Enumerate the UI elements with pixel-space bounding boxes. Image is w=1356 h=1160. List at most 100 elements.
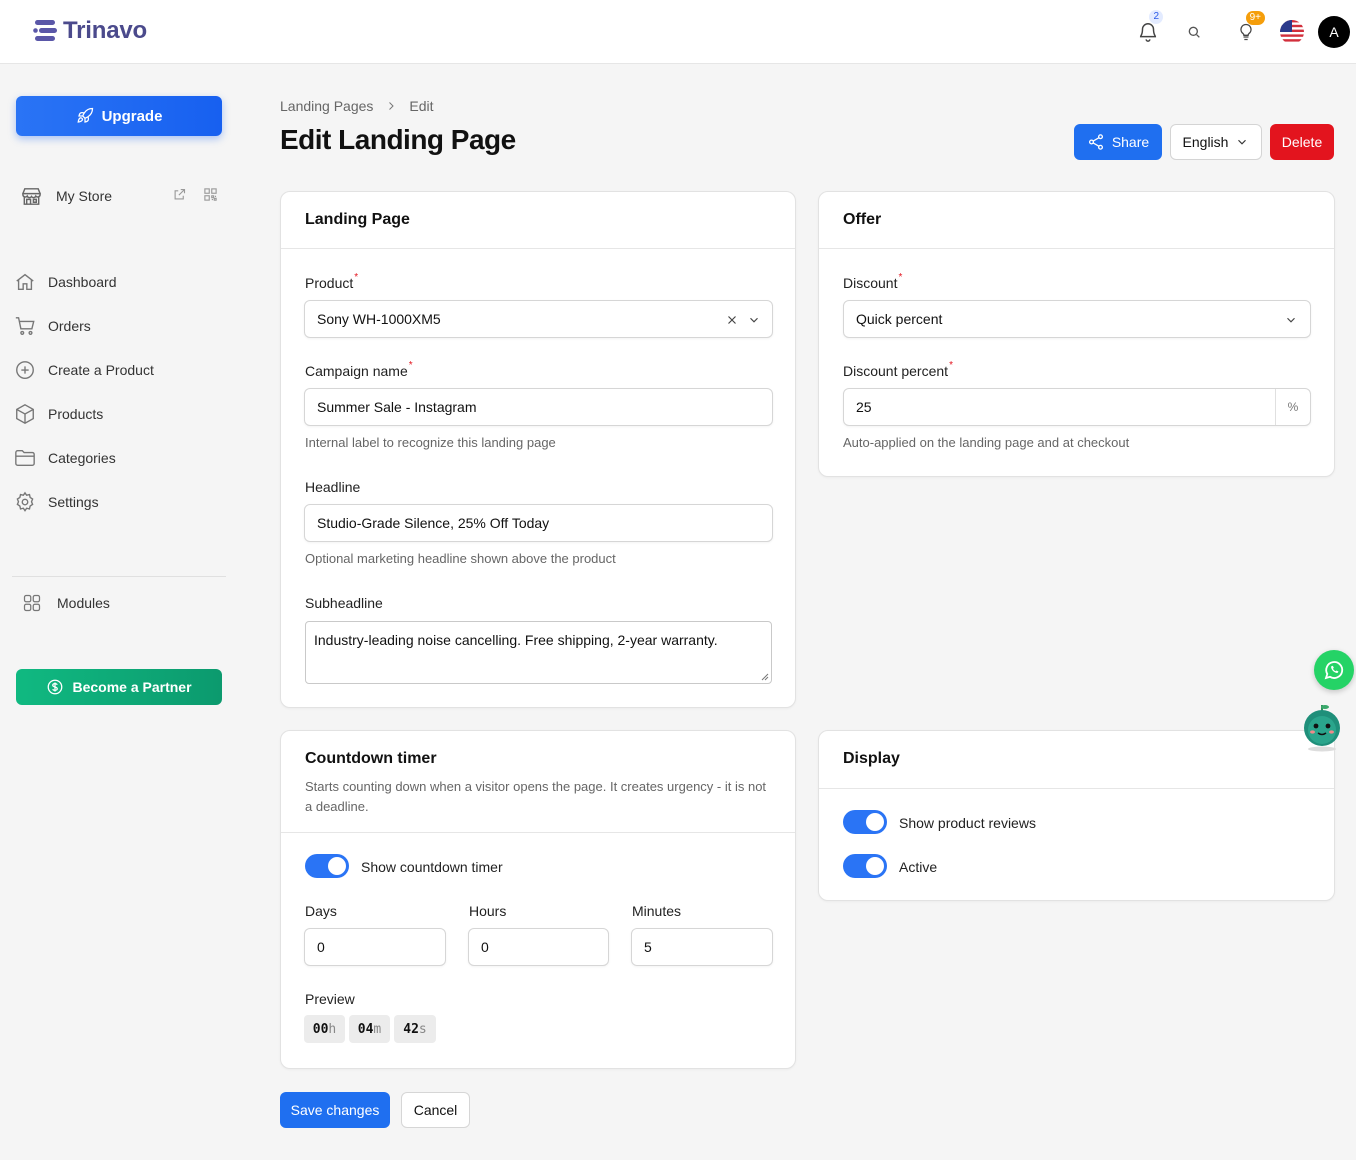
tips-button[interactable]: 9+ bbox=[1228, 11, 1265, 50]
delete-button[interactable]: Delete bbox=[1270, 124, 1334, 160]
timer-minutes-number: 04 bbox=[357, 1021, 374, 1037]
notifications-badge: 2 bbox=[1149, 10, 1163, 24]
countdown-toggle[interactable] bbox=[305, 854, 349, 878]
timer-minutes-box: 04 m bbox=[349, 1015, 390, 1043]
whatsapp-button[interactable] bbox=[1314, 650, 1354, 690]
user-avatar[interactable]: A bbox=[1318, 16, 1350, 48]
sidebar-item-label: Categories bbox=[48, 450, 116, 466]
percent-suffix: % bbox=[1275, 389, 1310, 425]
show-reviews-toggle[interactable] bbox=[843, 810, 887, 834]
bell-icon bbox=[1139, 23, 1157, 42]
cancel-button[interactable]: Cancel bbox=[401, 1092, 470, 1128]
card-title: Countdown timer bbox=[305, 750, 437, 767]
card-title: Offer bbox=[843, 211, 882, 228]
qr-code-icon[interactable] bbox=[203, 187, 218, 202]
sidebar-item-products[interactable]: Products bbox=[12, 392, 226, 436]
days-label: Days bbox=[305, 903, 337, 919]
upgrade-label: Upgrade bbox=[101, 107, 163, 125]
share-button[interactable]: Share bbox=[1074, 124, 1162, 160]
timer-seconds-unit: s bbox=[418, 1021, 427, 1037]
minutes-input[interactable]: 5 bbox=[631, 928, 773, 966]
my-store-label: My Store bbox=[56, 188, 113, 204]
assistant-mascot[interactable] bbox=[1302, 703, 1342, 753]
become-partner-button[interactable]: Become a Partner bbox=[16, 669, 222, 705]
home-icon bbox=[16, 273, 34, 291]
subheadline-label: Subheadline bbox=[305, 595, 383, 611]
sidebar-item-label: Settings bbox=[48, 494, 99, 510]
sidebar-item-dashboard[interactable]: Dashboard bbox=[12, 260, 226, 304]
subheadline-value: Industry-leading noise cancelling. Free … bbox=[314, 632, 718, 648]
box-icon bbox=[16, 404, 34, 424]
clear-icon[interactable] bbox=[725, 313, 739, 327]
active-toggle[interactable] bbox=[843, 854, 887, 878]
campaign-label-text: Campaign name bbox=[305, 363, 408, 379]
subheadline-textarea[interactable]: Industry-leading noise cancelling. Free … bbox=[305, 621, 772, 684]
card-title: Landing Page bbox=[305, 211, 410, 228]
discount-select[interactable]: Quick percent bbox=[843, 300, 1311, 338]
campaign-name-input[interactable]: Summer Sale - Instagram bbox=[304, 388, 773, 426]
folder-icon bbox=[15, 449, 35, 467]
active-label: Active bbox=[899, 859, 938, 875]
breadcrumb-landing-pages[interactable]: Landing Pages bbox=[280, 98, 373, 114]
page-title: Edit Landing Page bbox=[280, 124, 516, 155]
sidebar-divider bbox=[12, 576, 226, 577]
required-asterisk: * bbox=[408, 360, 413, 371]
logo-icon bbox=[33, 20, 57, 41]
upgrade-button[interactable]: Upgrade bbox=[16, 96, 222, 136]
sidebar-item-label: Create a Product bbox=[48, 362, 154, 378]
headline-label: Headline bbox=[305, 479, 361, 495]
sidebar-item-settings[interactable]: Settings bbox=[12, 480, 226, 524]
countdown-toggle-label: Show countdown timer bbox=[361, 859, 503, 875]
timer-hours-unit: h bbox=[328, 1021, 337, 1037]
timer-hours-box: 00 h bbox=[304, 1015, 345, 1043]
external-link-icon[interactable] bbox=[172, 187, 187, 202]
product-select[interactable]: Sony WH-1000XM5 bbox=[304, 300, 773, 338]
gear-icon bbox=[16, 491, 34, 512]
search-icon bbox=[1188, 26, 1200, 38]
discount-percent-label: Discount percent* bbox=[843, 360, 953, 379]
card-header: Landing Page bbox=[281, 192, 795, 249]
hours-value: 0 bbox=[481, 939, 489, 955]
days-value: 0 bbox=[317, 939, 325, 955]
dollar-circle-icon bbox=[48, 679, 63, 695]
tips-badge: 9+ bbox=[1245, 11, 1265, 25]
timer-seconds-box: 42 s bbox=[394, 1015, 436, 1043]
language-flag-button[interactable] bbox=[1274, 14, 1310, 50]
sidebar-item-create-product[interactable]: Create a Product bbox=[12, 348, 226, 392]
headline-input[interactable]: Studio-Grade Silence, 25% Off Today bbox=[304, 504, 773, 542]
top-bar: Trinavo 2 9+ A bbox=[0, 0, 1356, 64]
sidebar-item-orders[interactable]: Orders bbox=[12, 304, 226, 348]
headline-help-text: Optional marketing headline shown above … bbox=[305, 551, 616, 566]
required-asterisk: * bbox=[949, 360, 953, 371]
notifications-button[interactable]: 2 bbox=[1130, 10, 1166, 50]
share-icon bbox=[1088, 134, 1103, 150]
save-changes-button[interactable]: Save changes bbox=[280, 1092, 390, 1128]
sidebar-item-label: Dashboard bbox=[48, 274, 117, 290]
required-asterisk: * bbox=[898, 272, 903, 283]
chevron-right-icon bbox=[389, 102, 395, 110]
language-select[interactable]: English bbox=[1170, 124, 1262, 160]
resize-handle-icon[interactable] bbox=[761, 673, 769, 681]
chevron-down-icon[interactable] bbox=[747, 313, 761, 327]
search-button[interactable] bbox=[1176, 14, 1212, 50]
days-input[interactable]: 0 bbox=[304, 928, 446, 966]
sidebar-item-categories[interactable]: Categories bbox=[12, 436, 226, 480]
campaign-help-text: Internal label to recognize this landing… bbox=[305, 435, 556, 450]
card-header: Countdown timer Starts counting down whe… bbox=[281, 731, 795, 833]
sidebar-item-modules[interactable]: Modules bbox=[22, 593, 110, 613]
share-label: Share bbox=[1111, 134, 1150, 150]
percent-label-text: Discount percent bbox=[843, 363, 949, 379]
brand-name: Trinavo bbox=[63, 17, 147, 44]
brand-logo[interactable]: Trinavo bbox=[33, 17, 147, 45]
card-title: Display bbox=[843, 750, 900, 767]
discount-percent-value: 25 bbox=[856, 399, 872, 415]
card-header: Display bbox=[819, 731, 1334, 789]
us-flag-icon bbox=[1280, 20, 1304, 44]
hours-input[interactable]: 0 bbox=[468, 928, 609, 966]
show-reviews-label: Show product reviews bbox=[899, 815, 1036, 831]
modules-label: Modules bbox=[57, 595, 110, 611]
offer-card: Offer Discount* Quick percent Discount p… bbox=[818, 191, 1335, 477]
my-store-row[interactable]: My Store bbox=[20, 184, 220, 208]
card-header: Offer bbox=[819, 192, 1334, 249]
discount-percent-input[interactable]: 25 % bbox=[843, 388, 1311, 426]
